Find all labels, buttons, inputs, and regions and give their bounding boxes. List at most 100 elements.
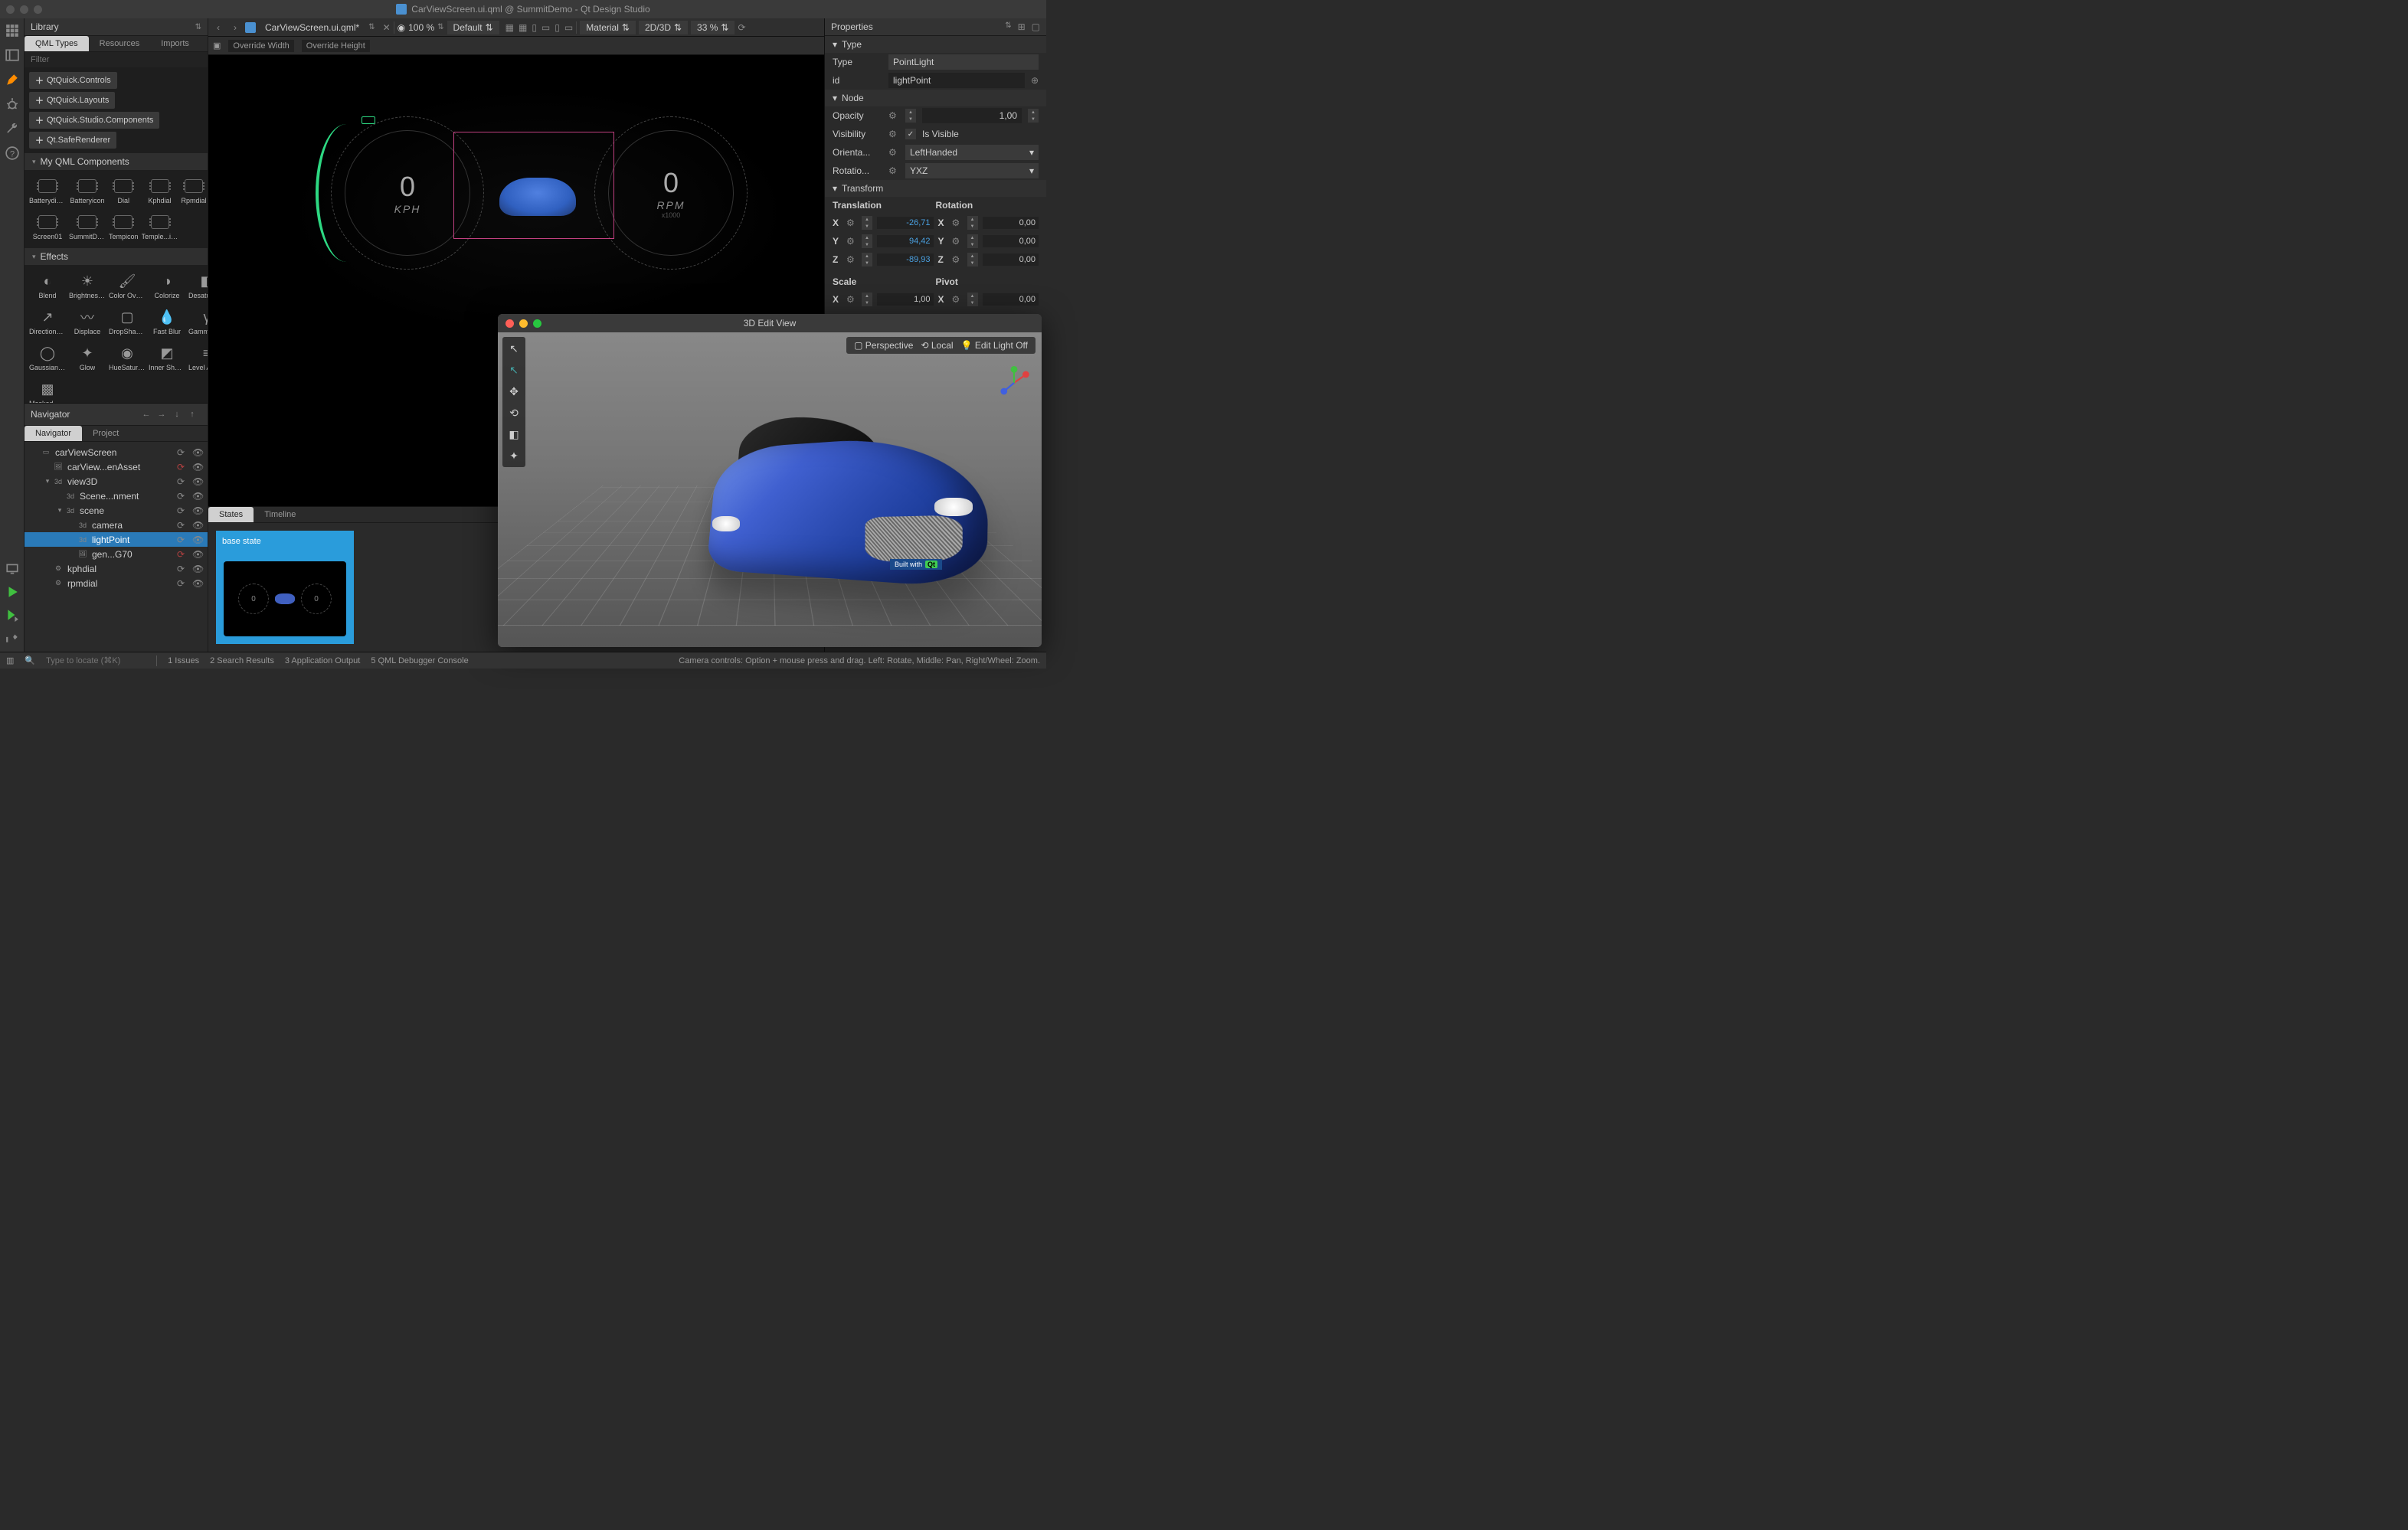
chip-saferenderer[interactable]: ＋Qt.SafeRenderer [29,132,116,149]
zoom-dropdown-icon[interactable]: ⇅ [437,23,443,31]
node-section-header[interactable]: ▾Node [825,90,1046,106]
layout-icon-1[interactable]: ▦ [505,22,514,33]
visibility-checkbox[interactable]: ✓ [905,129,916,139]
visibility-icon[interactable]: 👁 [192,578,203,589]
chip-studio[interactable]: ＋QtQuick.Studio.Components [29,112,159,129]
component-blend[interactable]: ◐Blend [28,268,67,304]
layout-icon-6[interactable]: ▭ [564,22,573,33]
tree-item-geng70[interactable]: 🖼gen...G70⟳👁 [25,547,208,561]
move-tool-icon[interactable]: ↖ [505,361,522,378]
nav-left-icon[interactable]: ← [140,408,152,420]
tab-project[interactable]: Project [82,426,129,441]
doc-fwd-icon[interactable]: › [228,21,242,34]
translate-tool-icon[interactable]: ✥ [505,383,522,400]
export-icon[interactable]: ⟳ [177,491,188,502]
material-select[interactable]: Material⇅ [580,21,636,34]
chip-controls[interactable]: ＋QtQuick.Controls [29,72,117,89]
fit-tool-icon[interactable]: ✦ [505,447,522,464]
tree-item-lightpoint[interactable]: 3dlightPoint⟳👁 [25,532,208,547]
tab-navigator[interactable]: Navigator [25,426,82,441]
gear-icon[interactable]: ⚙ [888,129,899,139]
translate-y[interactable]: 94,42 [877,235,934,247]
panel-mode-icon[interactable] [5,47,20,63]
export-icon[interactable]: ⟳ [177,578,188,589]
component-innershadow[interactable]: ◩Inner Shadow [147,340,187,376]
gear-icon[interactable]: ⚙ [888,110,899,121]
tab-qml-types[interactable]: QML Types [25,36,89,51]
3d-min-dot[interactable] [519,319,528,328]
visibility-icon[interactable]: 👁 [192,476,203,487]
light-toggle[interactable]: 💡 Edit Light Off [961,340,1028,351]
orientation-field[interactable]: LeftHanded▾ [905,145,1039,160]
type-field[interactable]: PointLight [888,54,1039,70]
3d-viewport[interactable]: ↖ ↖ ✥ ⟲ ◧ ✦ ▢ Perspective ⟲ Local 💡 Edit… [498,332,1042,647]
close-dot[interactable] [6,5,15,14]
rotate-z[interactable]: 0,00 [983,253,1039,266]
nav-down-icon[interactable]: ↓ [171,408,183,420]
export-icon[interactable]: ⟳ [177,520,188,531]
chip-layouts[interactable]: ＋QtQuick.Layouts [29,92,115,109]
component-gaussianblur[interactable]: ◯Gaussian Blur [28,340,67,376]
layout-icon-2[interactable]: ▦ [519,22,527,33]
override-width-field[interactable]: Override Width [228,40,293,52]
rotate-x[interactable]: 0,00 [983,217,1039,229]
component-kphdial[interactable]: Kphdial [140,173,180,209]
record-icon[interactable]: ◉ [398,22,405,33]
status-qml-console[interactable]: 5 QML Debugger Console [371,656,468,665]
layout-icon-3[interactable]: ▯ [532,22,537,33]
opacity-field[interactable]: 1,00 [922,108,1022,123]
grid-mode-icon[interactable] [5,23,20,38]
translate-z[interactable]: -89,93 [877,253,934,266]
local-toggle[interactable]: ⟲ Local [921,340,953,351]
prop-add-icon[interactable]: ⊞ [1018,21,1026,32]
component-summitdemo[interactable]: SummitDemo [67,209,107,245]
nav-right-icon[interactable]: → [155,408,168,420]
component-fastblur[interactable]: 💧Fast Blur [147,304,187,340]
max-dot[interactable] [34,5,42,14]
status-output[interactable]: 3 Application Output [285,656,360,665]
tree-item-scenenment[interactable]: 3dScene...nment⟳👁 [25,489,208,503]
refresh-icon[interactable]: ⟳ [738,22,745,33]
visibility-icon[interactable]: 👁 [192,535,203,545]
scale-x[interactable]: 1,00 [877,293,934,306]
tree-item-camera[interactable]: 3dcamera⟳👁 [25,518,208,532]
component-rpmdial[interactable]: Rpmdial [180,173,208,209]
rotate-y[interactable]: 0,00 [983,235,1039,247]
translate-x[interactable]: -26,71 [877,217,934,229]
export-icon[interactable]: ⟳ [177,564,188,574]
tree-item-carviewscreen[interactable]: ▭carViewScreen⟳👁 [25,445,208,459]
perspective-toggle[interactable]: ▢ Perspective [854,340,913,351]
scale-tool-icon[interactable]: ◧ [505,426,522,443]
tab-states[interactable]: States [208,507,254,522]
base-state-card[interactable]: base state 0 0 [216,531,354,644]
export-icon[interactable]: ⟳ [177,535,188,545]
component-displace[interactable]: 〰Displace [67,304,107,340]
gear-icon[interactable]: ⚙ [888,165,899,176]
visibility-icon[interactable]: 👁 [192,549,203,560]
component-coloroverlay[interactable]: 🖌Color Overlay [107,268,147,304]
tree-item-view3d[interactable]: ▾3dview3D⟳👁 [25,474,208,489]
component-batteryicon[interactable]: Batteryicon [67,173,107,209]
component-glow[interactable]: ✦Glow [67,340,107,376]
layout-icon-4[interactable]: ▭ [541,22,550,33]
zoom-value[interactable]: 100 % [408,22,434,33]
doc-back-icon[interactable]: ‹ [211,21,225,34]
id-field[interactable]: lightPoint [888,73,1025,88]
override-height-field[interactable]: Override Height [302,40,370,52]
car-model[interactable]: Built with Qt [666,394,996,608]
cursor-tool-icon[interactable]: ↖ [505,340,522,357]
build-icon[interactable] [5,630,20,646]
tree-item-scene[interactable]: ▾3dscene⟳👁 [25,503,208,518]
id-export-icon[interactable]: ⊕ [1031,75,1039,86]
visibility-icon[interactable]: 👁 [192,462,203,472]
tab-imports[interactable]: Imports [150,36,200,51]
3d-close-dot[interactable] [505,319,514,328]
export-icon[interactable]: ⟳ [177,505,188,516]
visibility-icon[interactable]: 👁 [192,520,203,531]
wrench-mode-icon[interactable] [5,121,20,136]
component-directionalblur[interactable]: ↗Directional Blur [28,304,67,340]
component-batterydisplay[interactable]: Batterydisplay [28,173,67,209]
expand-icon[interactable]: ▣ [213,41,221,51]
component-brightnesscontrast[interactable]: ☀Brightness Contrast [67,268,107,304]
component-templeisplay[interactable]: Temple...isplay [140,209,180,245]
